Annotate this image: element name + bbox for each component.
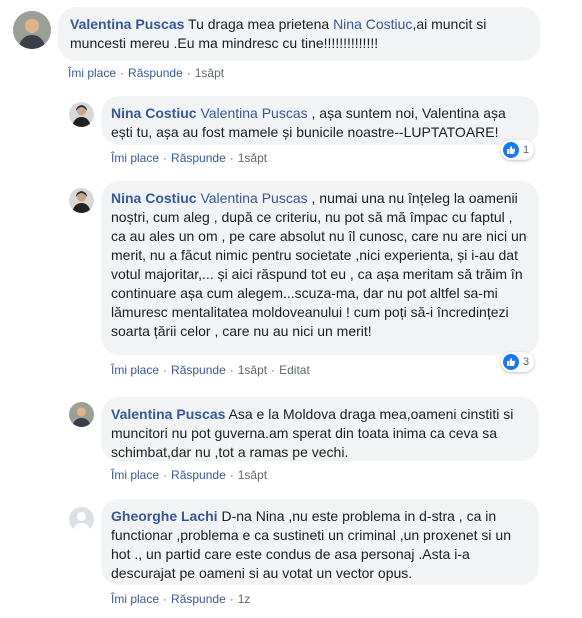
reaction-count[interactable]: 1	[501, 140, 535, 160]
reply-button[interactable]: Răspunde	[171, 151, 226, 165]
comment-author[interactable]: Valentina Puscas	[70, 16, 184, 32]
reply-button[interactable]: Răspunde	[171, 592, 226, 606]
like-button[interactable]: Îmi place	[111, 151, 159, 165]
comment-author[interactable]: Nina Costiuc	[111, 190, 197, 206]
comment-bubble: Valentina Puscas Asa e la Moldova draga …	[101, 397, 539, 461]
reaction-number: 1	[523, 144, 530, 156]
reaction-count[interactable]: 3	[501, 352, 535, 372]
avatar-valentina-icon	[69, 402, 94, 427]
comment-author[interactable]: Valentina Puscas	[111, 406, 225, 422]
like-button[interactable]: Îmi place	[111, 592, 159, 606]
comment-text: Tu draga mea prietena	[184, 16, 334, 32]
avatar[interactable]	[69, 188, 94, 213]
avatar-gheorghe-placeholder-icon	[69, 507, 94, 532]
avatar[interactable]	[69, 102, 94, 127]
comment-actions: Îmi place · Răspunde · 1săpt · Editat	[111, 363, 310, 377]
avatar[interactable]	[69, 402, 94, 427]
comment-time[interactable]: 1săpt	[195, 66, 224, 80]
avatar[interactable]	[13, 11, 51, 49]
comment-bubble: Nina Costiuc Valentina Puscas , numai un…	[101, 181, 539, 355]
comment-actions: Îmi place · Răspunde · 1săpt	[68, 66, 224, 80]
reply-button[interactable]: Răspunde	[171, 363, 226, 377]
like-button[interactable]: Îmi place	[111, 363, 159, 377]
separator-dot: ·	[229, 468, 234, 482]
separator-dot: ·	[163, 151, 168, 165]
comment-author[interactable]: Nina Costiuc	[111, 105, 197, 121]
avatar-valentina-icon	[13, 11, 51, 49]
comment-actions: Îmi place · Răspunde · 1z	[111, 592, 250, 606]
separator-dot: ·	[163, 592, 168, 606]
like-reaction-icon	[503, 142, 519, 158]
like-reaction-icon	[503, 354, 519, 370]
like-button[interactable]: Îmi place	[111, 468, 159, 482]
reply-button[interactable]: Răspunde	[128, 66, 183, 80]
mention-link[interactable]: Nina Costiuc	[333, 16, 412, 32]
comment-time[interactable]: 1săpt	[238, 363, 267, 377]
separator-dot: ·	[229, 592, 234, 606]
separator-dot: ·	[229, 363, 234, 377]
comment-actions: Îmi place · Răspunde · 1săpt	[111, 468, 267, 482]
comment-time[interactable]: 1săpt	[238, 468, 267, 482]
reaction-number: 3	[523, 356, 530, 368]
comment-bubble: Nina Costiuc Valentina Puscas , așa sunt…	[101, 96, 539, 145]
comment-bubble: Valentina Puscas Tu draga mea prietena N…	[58, 7, 540, 61]
separator-dot: ·	[186, 66, 191, 80]
mention-link[interactable]: Valentina Puscas	[200, 105, 307, 121]
separator-dot: ·	[120, 66, 125, 80]
comment-actions: Îmi place · Răspunde · 1săpt	[111, 151, 267, 165]
separator-dot: ·	[271, 363, 276, 377]
separator-dot: ·	[163, 363, 168, 377]
reply-button[interactable]: Răspunde	[171, 468, 226, 482]
edited-label[interactable]: Editat	[279, 363, 310, 377]
separator-dot: ·	[229, 151, 234, 165]
comment-time[interactable]: 1z	[238, 592, 251, 606]
avatar[interactable]	[69, 507, 94, 532]
avatar-nina-icon	[69, 102, 94, 127]
like-button[interactable]: Îmi place	[68, 66, 116, 80]
comment-text: , numai una nu înțeleg la oamenii noștri…	[111, 190, 527, 339]
comment-author[interactable]: Gheorghe Lachi	[111, 508, 218, 524]
separator-dot: ·	[163, 468, 168, 482]
mention-link[interactable]: Valentina Puscas	[200, 190, 307, 206]
comment-time[interactable]: 1săpt	[238, 151, 267, 165]
avatar-nina-icon	[69, 188, 94, 213]
comment-bubble: Gheorghe Lachi D-na Nina ,nu este proble…	[101, 499, 539, 585]
